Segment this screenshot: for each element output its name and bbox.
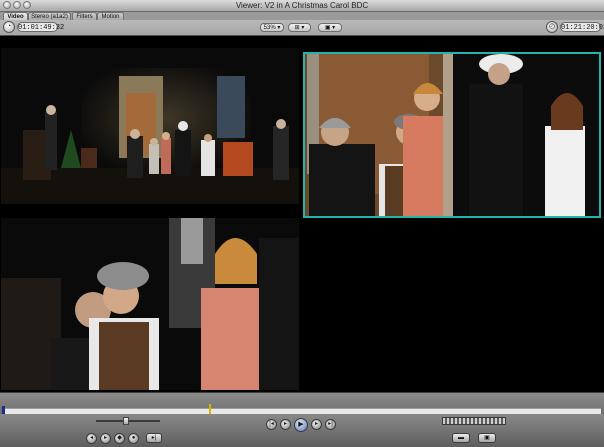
angle-1-wide-shot[interactable] [1,48,299,204]
angle-3-closeup-shot[interactable] [1,218,299,390]
title-bar: Viewer: V2 in A Christmas Carol BDC [0,0,604,12]
multiclip-video-area[interactable] [0,36,604,392]
jog-control[interactable] [442,417,506,425]
mark-clip-icon[interactable]: ● [128,433,139,444]
tab-video[interactable]: Video [3,12,28,20]
mark-out-icon[interactable]: ▸| [146,433,162,443]
angle-2-medium-shot-active[interactable] [303,52,601,218]
actors-medium-image [305,54,599,216]
overlay-popup[interactable]: ⊞ ▾ [288,23,311,32]
mark-in-icon[interactable]: ◂ [86,433,97,444]
viewer-tabs: Video Stereo (a1a2) Filters Motion [0,12,604,20]
play-in-to-out-icon[interactable]: ▸ [100,433,111,444]
scrubber-bar[interactable] [0,392,604,415]
actors-closeup-image [1,218,299,390]
shuttle-control[interactable] [96,417,160,425]
stage-wide-image [1,48,299,204]
current-timecode[interactable]: 01:21:20:01 [560,22,604,32]
transport-controls: ◂ ▸ ◆ ● ▸| |◂ ▸ ▶ ▸ ▸| ▬ ▣ [0,414,604,447]
play-around-current-icon[interactable]: ▸ [311,419,322,430]
play-around-icon[interactable]: ◆ [114,433,125,444]
duration-timecode[interactable]: 01:01:49:32 [17,22,64,32]
tab-stereo[interactable]: Stereo (a1a2) [28,12,71,20]
current-time-clock-icon: ◴ [546,21,558,33]
previous-edit-icon[interactable]: |◂ [266,419,277,430]
view-options-icon: ▣ [324,25,331,31]
next-edit-icon[interactable]: ▸| [325,419,336,430]
in-point-marker[interactable] [2,406,5,414]
tab-filters[interactable]: Filters [72,12,97,20]
play-in-out-icon[interactable]: ▸ [280,419,291,430]
tab-motion[interactable]: Motion [97,12,124,20]
zoom-popup[interactable]: 53% ▾ [260,23,284,32]
add-marker-icon[interactable]: ▬ [452,433,470,443]
playhead[interactable] [209,404,211,414]
view-options-popup[interactable]: ▣ ▾ [318,23,342,32]
viewer-window: Viewer: V2 in A Christmas Carol BDC Vide… [0,0,604,447]
overlay-icon: ⊞ [294,25,300,31]
match-frame-icon[interactable]: ▣ [478,433,496,443]
shuttle-knob[interactable] [123,417,129,425]
play-icon[interactable]: ▶ [294,418,308,432]
viewer-controls: ◔ 01:01:49:32 53% ▾ ⊞ ▾ ▣ ▾ ◴ 01:21:20:0… [0,20,604,36]
window-title: Viewer: V2 in A Christmas Carol BDC [235,1,369,10]
zoom-value: 53% [263,25,276,31]
duration-clock-icon: ◔ [3,21,15,33]
